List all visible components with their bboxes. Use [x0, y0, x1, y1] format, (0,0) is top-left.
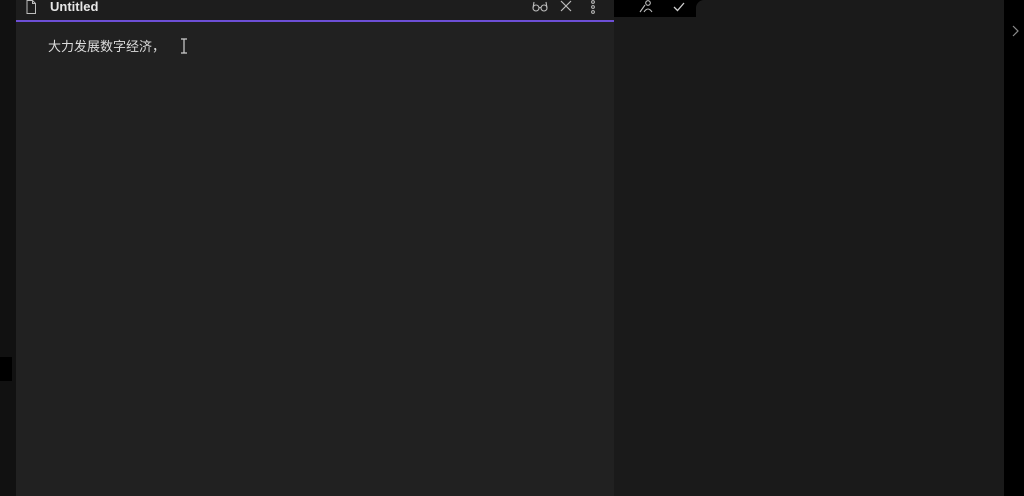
editor-body[interactable]: 大力发展数字经济，: [16, 22, 614, 496]
more-options-button[interactable]: [584, 0, 602, 16]
close-icon: [560, 0, 572, 12]
right-panel-top: [696, 0, 1004, 17]
file-icon: [24, 0, 38, 14]
editor-text-line[interactable]: 大力发展数字经济，: [48, 40, 165, 56]
confirm-button[interactable]: [669, 0, 689, 14]
pane-title: Untitled: [50, 0, 99, 14]
app-window: Untitled 大力发展数字经济，: [0, 0, 1024, 496]
text-cursor-icon: [179, 38, 189, 54]
chevron-right-icon: [1011, 24, 1019, 42]
close-pane-button[interactable]: [557, 0, 575, 16]
glasses-icon: [532, 0, 548, 12]
right-edge: [1004, 0, 1024, 496]
reading-mode-button[interactable]: [531, 0, 549, 16]
collaborators-button[interactable]: [636, 0, 656, 14]
right-panel: [614, 17, 1004, 496]
left-sidebar-edge: [0, 0, 16, 496]
editor-pane: Untitled 大力发展数字经济，: [16, 0, 614, 496]
more-options-icon: [590, 0, 596, 14]
left-sidebar-marker: [0, 357, 12, 381]
check-icon: [672, 0, 686, 18]
pane-header: Untitled: [16, 0, 614, 22]
expand-panel-button[interactable]: [1006, 24, 1024, 42]
